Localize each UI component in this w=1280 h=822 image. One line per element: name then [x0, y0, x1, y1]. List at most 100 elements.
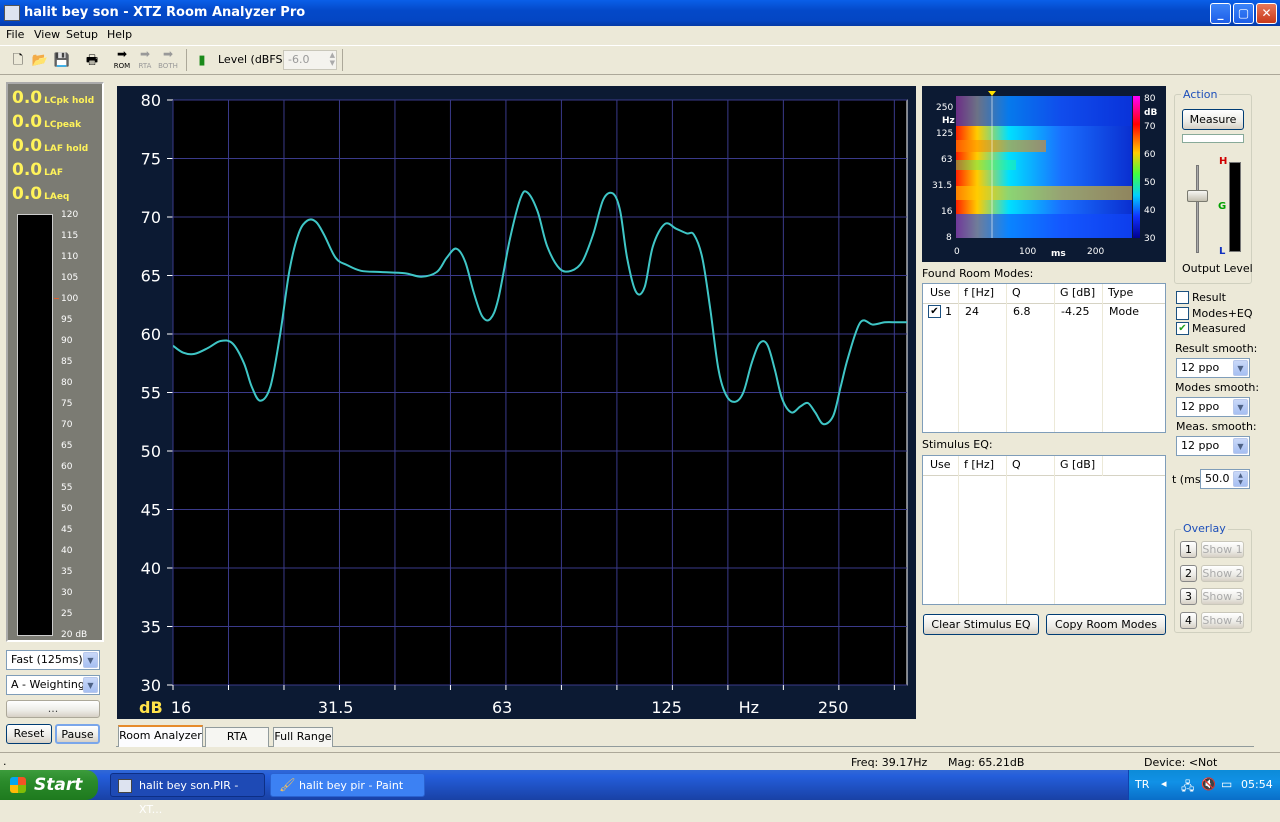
overlay-show-1-button[interactable]: Show 1	[1201, 541, 1244, 558]
chevron-down-icon[interactable]: ▼	[1233, 360, 1248, 376]
speed-select[interactable]: Fast (125ms) ▼	[6, 650, 100, 670]
tab-full-range[interactable]: Full Range	[273, 727, 333, 747]
meter-letter-l: L	[1219, 246, 1226, 257]
overlay-2-button[interactable]: 2	[1180, 564, 1197, 582]
app-icon[interactable]	[4, 5, 20, 21]
save-icon[interactable]: 💾	[52, 50, 72, 72]
result-smooth-select[interactable]: 12 ppo ▼	[1176, 358, 1250, 378]
reset-button[interactable]: Reset	[6, 724, 52, 744]
meas-smooth-select[interactable]: 12 ppo ▼	[1176, 436, 1250, 456]
col-freq[interactable]: f [Hz]	[964, 458, 994, 471]
overlay-3-button[interactable]: 3	[1180, 588, 1197, 605]
col-use[interactable]: Use	[930, 286, 951, 299]
chevron-down-icon[interactable]: ▼	[1233, 399, 1248, 415]
stimulus-eq-table[interactable]: Use f [Hz] Q G [dB]	[922, 455, 1166, 605]
result-smooth-label: Result smooth:	[1175, 342, 1258, 355]
language-indicator[interactable]: TR	[1135, 778, 1149, 791]
spin-arrows-icon[interactable]: ▲ ▼	[1233, 471, 1248, 487]
overlay-4-button[interactable]: 4	[1180, 611, 1197, 629]
chevron-down-icon[interactable]: ▼	[83, 677, 98, 693]
tray-expand-icon[interactable]: ◂	[1161, 777, 1167, 790]
output-level-slider-thumb[interactable]	[1187, 190, 1208, 202]
tab-room-analyzer[interactable]: Room Analyzer	[118, 725, 203, 747]
pause-button[interactable]: Pause	[55, 724, 100, 744]
new-file-icon[interactable]: 🗋	[8, 50, 28, 72]
col-use[interactable]: Use	[930, 458, 951, 471]
print-icon[interactable]: 🖶	[82, 50, 102, 72]
col-type[interactable]: Type	[1108, 286, 1133, 299]
both-button[interactable]: ➡ BOTH	[157, 48, 179, 74]
volume-muted-icon[interactable]: 🔇	[1201, 777, 1216, 791]
meter-letter-h: H	[1219, 156, 1228, 167]
use-checkbox[interactable]: ✔	[928, 305, 941, 318]
y-tick-label: 45	[141, 501, 161, 520]
arrow-right-icon: ➡	[162, 47, 174, 61]
clear-stimulus-eq-button[interactable]: Clear Stimulus EQ	[923, 614, 1039, 635]
open-folder-icon[interactable]: 📂	[30, 50, 50, 72]
col-q[interactable]: Q	[1012, 458, 1021, 471]
result-checkbox[interactable]	[1176, 291, 1189, 304]
meter-scale-label: 120	[61, 210, 79, 220]
clock[interactable]: 05:54	[1241, 778, 1273, 791]
meter-scale-label: 80	[61, 378, 73, 388]
overlay-1-button[interactable]: 1	[1180, 541, 1197, 558]
taskbar-task-room-analyzer[interactable]: halit bey son.PIR - XT...	[110, 773, 265, 816]
modes-eq-checkbox[interactable]	[1176, 307, 1189, 320]
rta-button[interactable]: ➡ RTA	[134, 48, 156, 74]
meter-scale-label: 105	[61, 273, 79, 283]
y-tick-label: 30	[141, 676, 161, 695]
room-modes-table[interactable]: Use f [Hz] Q G [dB] Type ✔ 1 24 6.8 -4.2…	[922, 283, 1166, 433]
overlay-show-4-button[interactable]: Show 4	[1201, 611, 1244, 629]
meas-smooth-label: Meas. smooth:	[1176, 420, 1257, 433]
spectro-scale-50: 50	[1144, 178, 1156, 188]
col-q[interactable]: Q	[1012, 286, 1021, 299]
menu-file[interactable]: File	[6, 28, 24, 41]
y-tick-label: 60	[141, 325, 161, 344]
maximize-button[interactable]: ▢	[1233, 3, 1254, 24]
overlay-show-2-button[interactable]: Show 2	[1201, 564, 1244, 582]
spectro-x-unit: ms	[1051, 249, 1066, 259]
start-button[interactable]: Start	[0, 770, 98, 800]
modes-smooth-select[interactable]: 12 ppo ▼	[1176, 397, 1250, 417]
spectro-scale-30: 30	[1144, 234, 1156, 244]
tab-rta[interactable]: RTA	[205, 727, 269, 747]
col-freq[interactable]: f [Hz]	[964, 286, 994, 299]
table-row[interactable]: ✔ 1 24 6.8 -4.25 Mode	[923, 304, 1165, 320]
rom-button[interactable]: ➡ ROM	[111, 48, 133, 74]
t-ms-input[interactable]: 50.0 ▲ ▼	[1200, 469, 1250, 489]
chevron-down-icon[interactable]: ▼	[83, 652, 98, 668]
stimulus-eq-header: Use f [Hz] Q G [dB]	[923, 456, 1165, 476]
meter-bar	[17, 214, 53, 636]
menu-help[interactable]: Help	[107, 28, 132, 41]
spin-arrows-icon[interactable]: ▲ ▼	[330, 51, 335, 67]
output-level-slider-track[interactable]	[1196, 165, 1199, 253]
row-freq: 24	[965, 305, 979, 318]
measured-label: Measured	[1192, 322, 1246, 335]
col-gain[interactable]: G [dB]	[1060, 286, 1095, 299]
taskbar-task-paint[interactable]: 🖌 halit bey pir - Paint	[270, 773, 425, 797]
result-label: Result	[1192, 291, 1226, 304]
menu-setup[interactable]: Setup	[66, 28, 98, 41]
measured-checkbox[interactable]: ✔	[1176, 322, 1189, 335]
speed-value: Fast (125ms)	[11, 653, 83, 666]
minimize-button[interactable]: _	[1210, 3, 1231, 24]
rta-label: RTA	[138, 62, 152, 70]
frequency-response-plot[interactable]: 30 35 40 45 50 55 60 65 70 75 80 16 31.5 63 125 Hz 250 dB	[117, 86, 916, 719]
x-tick-label: 16	[171, 698, 191, 717]
spectrogram-panel[interactable]: 250 Hz 125 63 31.5 16 8 0 100 ms 200 80 …	[922, 86, 1166, 262]
level-input[interactable]: -6.0 ▲ ▼	[283, 50, 337, 70]
meter-options-button[interactable]: ...	[6, 700, 100, 718]
measure-button[interactable]: Measure	[1182, 109, 1244, 130]
safely-remove-icon[interactable]: ▭	[1221, 777, 1232, 791]
weighting-select[interactable]: A - Weighting ▼	[6, 675, 100, 695]
col-gain[interactable]: G [dB]	[1060, 458, 1095, 471]
network-icon[interactable]: 🖧	[1181, 777, 1194, 798]
spectro-x-200: 200	[1087, 247, 1104, 257]
copy-room-modes-button[interactable]: Copy Room Modes	[1046, 614, 1166, 635]
menu-view[interactable]: View	[34, 28, 60, 41]
y-tick-label: 50	[141, 442, 161, 461]
close-button[interactable]: ✕	[1256, 3, 1277, 24]
chevron-down-icon[interactable]: ▼	[1233, 438, 1248, 454]
meter-scale-label: 95	[61, 315, 73, 325]
overlay-show-3-button[interactable]: Show 3	[1201, 588, 1244, 605]
